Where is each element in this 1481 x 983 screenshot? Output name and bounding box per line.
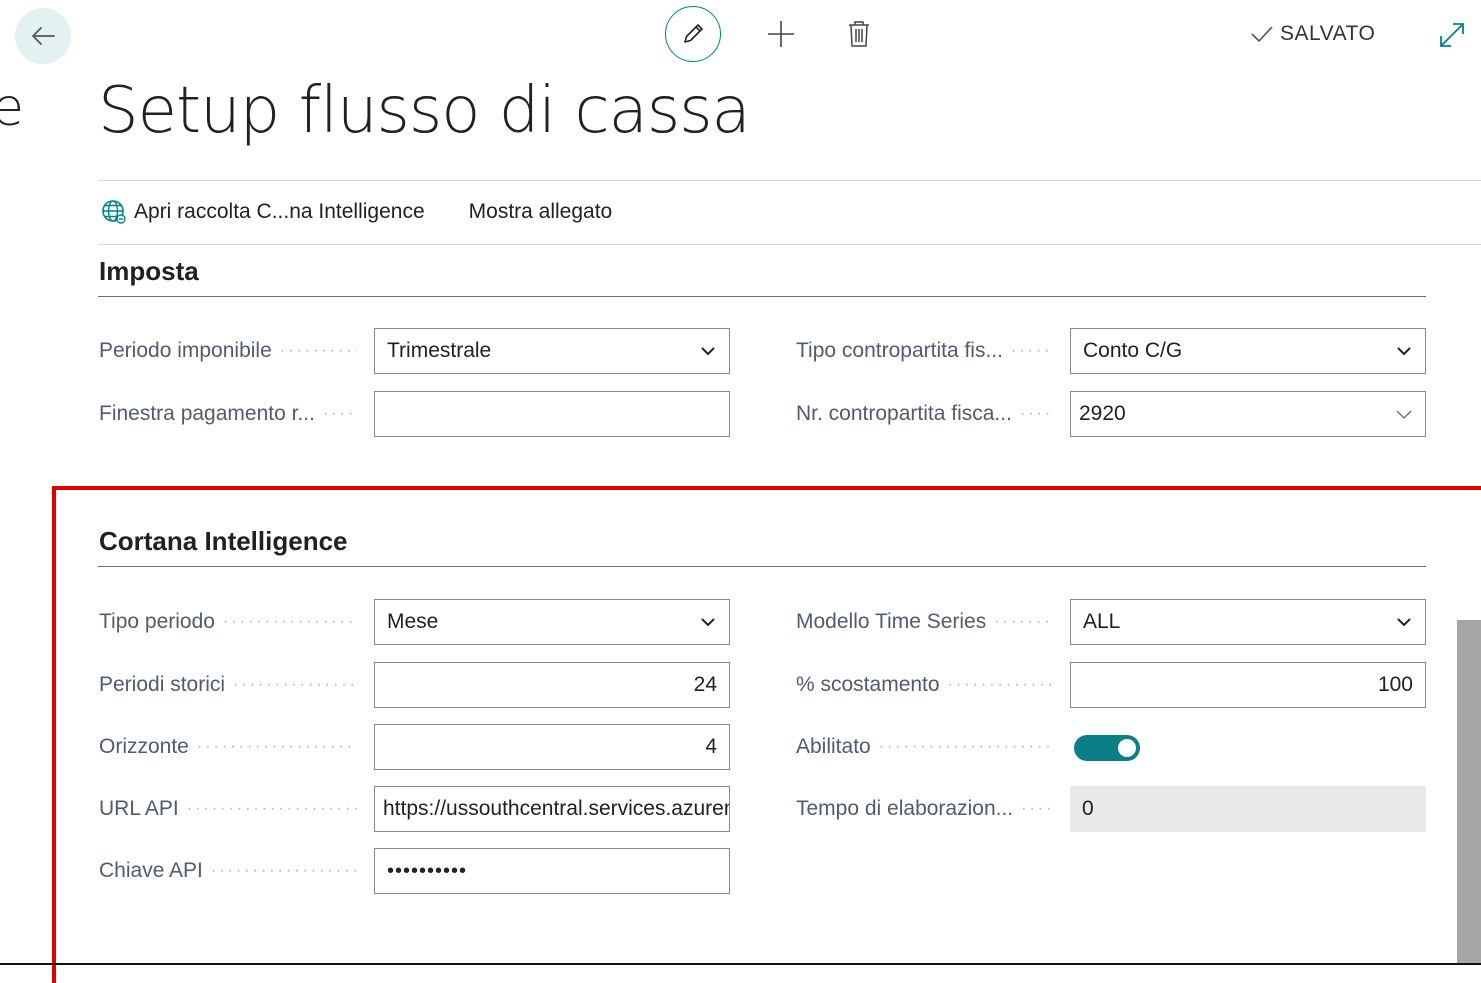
chevron-down-icon [1397,618,1411,627]
back-button[interactable] [15,8,71,64]
field-label-finestra-pagamento: Finestra pagamento r...·················… [99,402,357,425]
field-label-scostamento: % scostamento···························… [796,673,1054,696]
open-cortana-gallery-action[interactable]: Apri raccolta C...na Intelligence [100,198,425,226]
periodi-storici-input[interactable]: 24 [374,662,730,708]
chevron-down-icon [1397,347,1411,356]
clipped-background-text: e [0,78,24,138]
show-attachment-label: Mostra allegato [468,200,613,223]
tipo-periodo-select[interactable]: Mese [374,599,730,645]
orizzonte-input[interactable]: 4 [374,724,730,770]
pencil-icon [684,24,703,43]
nr-contropartita-lookup[interactable]: 2920 [1070,391,1426,437]
action-bar-divider [98,244,1481,245]
field-label-tempo-elaborazione: Tempo di elaborazion...·················… [796,797,1054,820]
abilitato-toggle[interactable] [1074,735,1140,761]
action-bar: Apri raccolta C...na Intelligence Mostra… [100,198,612,226]
section-divider-cortana [98,566,1426,567]
section-title-imposta[interactable]: Imposta [99,256,199,287]
trash-icon [849,21,869,47]
chiave-api-password-input[interactable]: •••••••••• [374,848,730,894]
globe-icon [102,200,126,224]
field-label-orizzonte: Orizzonte·······························… [99,735,357,758]
field-label-tipo-periodo: Tipo periodo····························… [99,610,357,633]
scostamento-input[interactable]: 100 [1070,662,1426,708]
periodo-imponibile-select[interactable]: Trimestrale [374,328,730,374]
tipo-contropartita-select[interactable]: Conto C/G [1070,328,1426,374]
field-label-chiave-api: Chiave API······························… [99,859,357,882]
field-label-modello-time-series: Modello Time Series·····················… [796,610,1054,633]
new-button[interactable] [761,6,801,62]
modello-time-series-select[interactable]: ALL [1070,599,1426,645]
show-attachment-action[interactable]: Mostra allegato [469,200,613,224]
field-label-tipo-contropartita: Tipo contropartita fis...···············… [796,339,1054,362]
saved-status: SALVATO [1250,22,1375,46]
edit-button[interactable] [665,6,721,62]
arrow-left-icon [32,27,55,45]
expand-button[interactable] [1437,20,1467,50]
chevron-down-icon [1396,410,1412,419]
checkmark-icon [1251,26,1273,43]
field-label-periodi-storici: Periodi storici·························… [99,673,357,696]
field-label-periodo-imponibile: Periodo imponibile······················… [99,339,357,362]
vertical-scrollbar-thumb[interactable] [1457,620,1481,963]
page-title: Setup flusso di cassa [98,74,751,148]
delete-button[interactable] [841,6,877,62]
field-label-abilitato: Abilitato·······························… [796,735,1054,758]
field-label-url-api: URL API·································… [99,797,357,820]
saved-label: SALVATO [1280,22,1376,45]
tempo-elaborazione-readonly: 0 [1070,786,1426,832]
toggle-knob [1118,739,1136,757]
section-divider-imposta [98,296,1426,297]
chevron-down-icon [701,347,715,356]
title-divider [98,180,1481,181]
chevron-down-icon [701,618,715,627]
open-cortana-gallery-label: Apri raccolta C...na Intelligence [134,200,425,223]
record-toolbar [665,6,877,62]
bottom-border [0,963,1481,965]
finestra-pagamento-input[interactable] [374,391,730,437]
section-title-cortana[interactable]: Cortana Intelligence [99,526,348,557]
plus-icon [768,21,794,47]
field-label-nr-contropartita: Nr. contropartita fisca...··············… [796,402,1054,425]
url-api-input[interactable]: https://ussouthcentral.services.azureml.… [374,786,730,832]
expand-icon [1440,23,1464,47]
